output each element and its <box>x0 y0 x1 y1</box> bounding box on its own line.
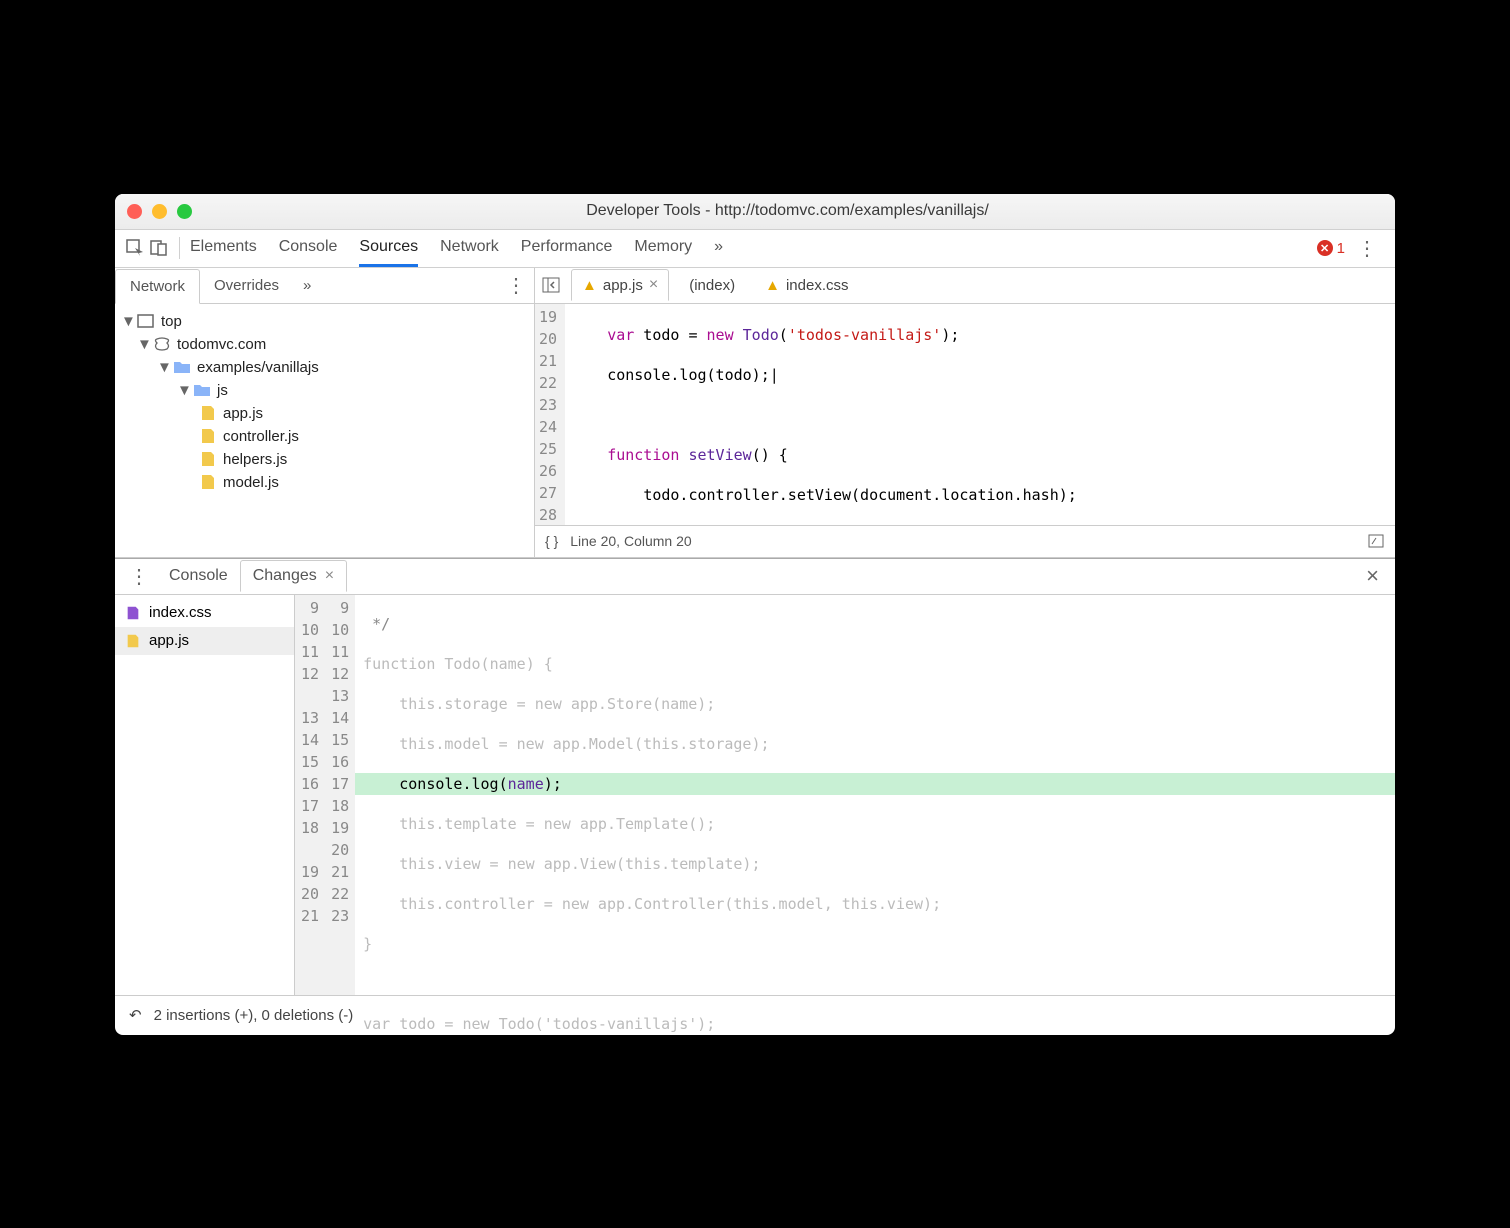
editor-tab-app[interactable]: ▲app.js× <box>571 269 669 301</box>
drawer-tab-console[interactable]: Console <box>157 561 240 591</box>
changes-summary: 2 insertions (+), 0 deletions (-) <box>154 1007 354 1024</box>
error-count: 1 <box>1337 240 1345 257</box>
diff-view[interactable]: 9101112131415161718192021 91011121314151… <box>295 595 1395 995</box>
warning-icon: ▲ <box>582 277 597 294</box>
drawer: ⋮ Console Changes× × index.css app.js 91… <box>115 558 1395 1035</box>
tab-performance[interactable]: Performance <box>521 230 613 267</box>
tab-console[interactable]: Console <box>279 230 338 267</box>
tree-file-app[interactable]: app.js <box>119 402 530 425</box>
tree-top[interactable]: ▼top <box>119 310 530 333</box>
window-title: Developer Tools - http://todomvc.com/exa… <box>192 202 1383 220</box>
toggle-navigator-icon[interactable] <box>541 275 561 295</box>
navigator-tab-network[interactable]: Network <box>115 269 200 304</box>
coverage-icon[interactable] <box>1367 533 1385 549</box>
diff-code: */ function Todo(name) { this.storage = … <box>355 595 1395 995</box>
error-badge[interactable]: ✕ 1 <box>1317 240 1345 257</box>
tab-memory[interactable]: Memory <box>634 230 692 267</box>
settings-menu-icon[interactable]: ⋮ <box>1349 236 1385 261</box>
drawer-menu-icon[interactable]: ⋮ <box>121 564 157 589</box>
revert-icon[interactable]: ↶ <box>129 1006 142 1024</box>
panel-tabs: Elements Console Sources Network Perform… <box>190 230 723 267</box>
inspect-element-icon[interactable] <box>125 238 145 258</box>
window-controls <box>127 204 192 219</box>
diff-gutter-old: 9101112131415161718192021 <box>295 595 325 995</box>
editor-tabs: ▲app.js× (index) ▲index.css <box>535 268 1395 304</box>
editor-panel: ▲app.js× (index) ▲index.css 192021222324… <box>535 268 1395 557</box>
device-toolbar-icon[interactable] <box>149 238 169 258</box>
editor-tab-indexcss[interactable]: ▲index.css <box>755 271 858 300</box>
editor-tab-index[interactable]: (index) <box>679 271 745 300</box>
main-toolbar: Elements Console Sources Network Perform… <box>115 230 1395 268</box>
changed-file-indexcss[interactable]: index.css <box>115 599 294 627</box>
pretty-print-icon[interactable]: { } <box>545 533 558 549</box>
tab-elements[interactable]: Elements <box>190 230 257 267</box>
minimize-window-button[interactable] <box>152 204 167 219</box>
sources-panel: Network Overrides » ⋮ ▼top ▼todomvc.com … <box>115 268 1395 558</box>
navigator-menu-icon[interactable]: ⋮ <box>498 273 534 298</box>
tree-file-helpers[interactable]: helpers.js <box>119 448 530 471</box>
separator <box>179 237 180 259</box>
changed-file-appjs[interactable]: app.js <box>115 627 294 655</box>
navigator-tabs: Network Overrides » ⋮ <box>115 268 534 304</box>
line-gutter: 19202122232425262728 <box>535 304 565 525</box>
cursor-position: Line 20, Column 20 <box>570 533 691 549</box>
tree-folder-js[interactable]: ▼js <box>119 379 530 402</box>
changed-files-list: index.css app.js <box>115 595 295 995</box>
editor-statusbar: { } Line 20, Column 20 <box>535 525 1395 557</box>
navigator-panel: Network Overrides » ⋮ ▼top ▼todomvc.com … <box>115 268 535 557</box>
tab-sources[interactable]: Sources <box>359 230 418 267</box>
tree-file-controller[interactable]: controller.js <box>119 425 530 448</box>
warning-icon: ▲ <box>765 277 780 294</box>
drawer-tab-changes[interactable]: Changes× <box>240 560 347 592</box>
tab-network[interactable]: Network <box>440 230 499 267</box>
navigator-overflow-icon[interactable]: » <box>293 277 321 294</box>
tree-file-model[interactable]: model.js <box>119 471 530 494</box>
code-editor[interactable]: 19202122232425262728 var todo = new Todo… <box>535 304 1395 525</box>
diff-gutter-new: 91011121314151617181920212223 <box>325 595 355 995</box>
zoom-window-button[interactable] <box>177 204 192 219</box>
devtools-window: Developer Tools - http://todomvc.com/exa… <box>115 194 1395 1035</box>
tree-folder-examples[interactable]: ▼examples/vanillajs <box>119 356 530 379</box>
close-drawer-icon[interactable]: × <box>1356 563 1389 589</box>
close-tab-icon[interactable]: × <box>325 567 334 585</box>
close-window-button[interactable] <box>127 204 142 219</box>
close-tab-icon[interactable]: × <box>649 276 658 294</box>
titlebar: Developer Tools - http://todomvc.com/exa… <box>115 194 1395 230</box>
tree-domain[interactable]: ▼todomvc.com <box>119 333 530 356</box>
error-icon: ✕ <box>1317 240 1333 256</box>
tabs-overflow-icon[interactable]: » <box>714 230 723 267</box>
code-body[interactable]: var todo = new Todo('todos-vanillajs'); … <box>565 304 1083 525</box>
navigator-tab-overrides[interactable]: Overrides <box>200 269 293 302</box>
drawer-tabs: ⋮ Console Changes× × <box>115 559 1395 595</box>
changes-panel: index.css app.js 91011121314151617181920… <box>115 595 1395 995</box>
file-tree: ▼top ▼todomvc.com ▼examples/vanillajs ▼j… <box>115 304 534 500</box>
